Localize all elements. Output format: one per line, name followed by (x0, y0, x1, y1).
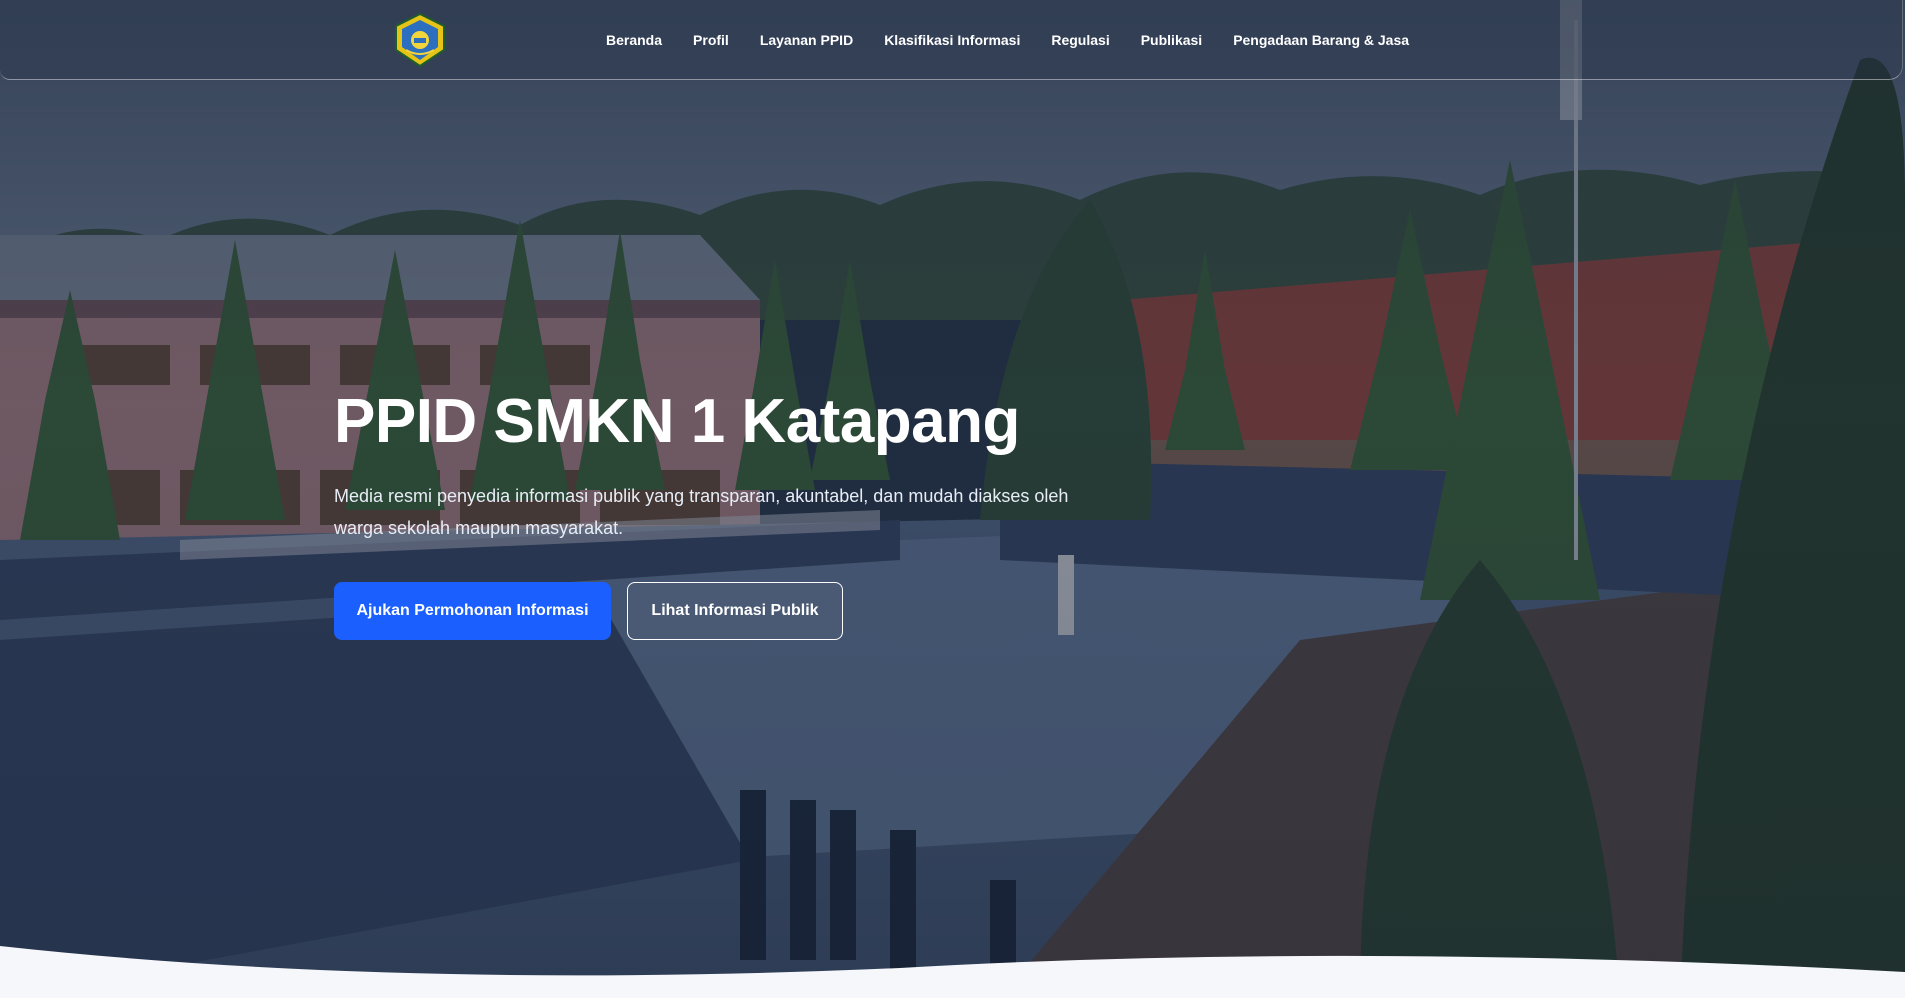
nav-item-beranda[interactable]: Beranda (606, 30, 662, 50)
hero-title: PPID SMKN 1 Katapang (334, 387, 1020, 456)
request-information-button[interactable]: Ajukan Permohonan Informasi (334, 582, 611, 640)
main-nav: Beranda Profil Layanan PPID Klasifikasi … (606, 30, 1409, 50)
nav-item-pengadaan[interactable]: Pengadaan Barang & Jasa (1233, 30, 1409, 50)
hero-description: Media resmi penyedia informasi publik ya… (334, 486, 1069, 538)
nav-item-klasifikasi-informasi[interactable]: Klasifikasi Informasi (884, 30, 1020, 50)
nav-item-regulasi[interactable]: Regulasi (1051, 30, 1109, 50)
nav-item-layanan-ppid[interactable]: Layanan PPID (760, 30, 853, 50)
top-navbar: Beranda Profil Layanan PPID Klasifikasi … (0, 0, 1903, 80)
wave-divider (0, 946, 1905, 998)
landing-page: Beranda Profil Layanan PPID Klasifikasi … (0, 0, 1905, 998)
nav-item-profil[interactable]: Profil (693, 30, 729, 50)
view-public-information-button[interactable]: Lihat Informasi Publik (627, 582, 843, 640)
nav-item-publikasi[interactable]: Publikasi (1141, 30, 1202, 50)
school-emblem-icon[interactable] (392, 12, 448, 68)
